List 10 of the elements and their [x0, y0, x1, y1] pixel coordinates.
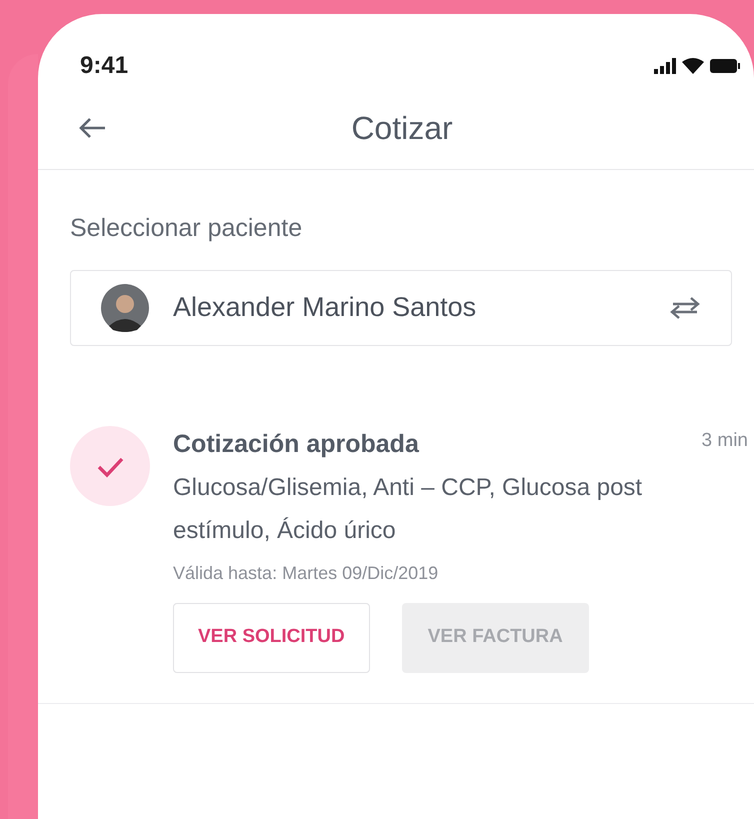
quote-title: Cotización aprobada: [173, 428, 419, 460]
quote-tests: Glucosa/Glisemia, Anti – CCP, Glucosa post estímulo, Ácido úrico: [173, 472, 644, 546]
patient-selector[interactable]: Alexander Marino Santos: [70, 270, 732, 346]
quote-valid-until: Válida hasta: Martes 09/Dic/2019: [173, 562, 440, 584]
screen-title: Cotizar: [351, 108, 453, 148]
action-button[interactable]: VER SOLICITUD: [173, 602, 370, 672]
quote-time: 3 min: [702, 428, 748, 452]
status-time: 9:41: [80, 51, 128, 81]
patient-label: Seleccionar paciente: [70, 213, 304, 244]
patient-name: Alexander Marino Santos: [173, 291, 478, 324]
